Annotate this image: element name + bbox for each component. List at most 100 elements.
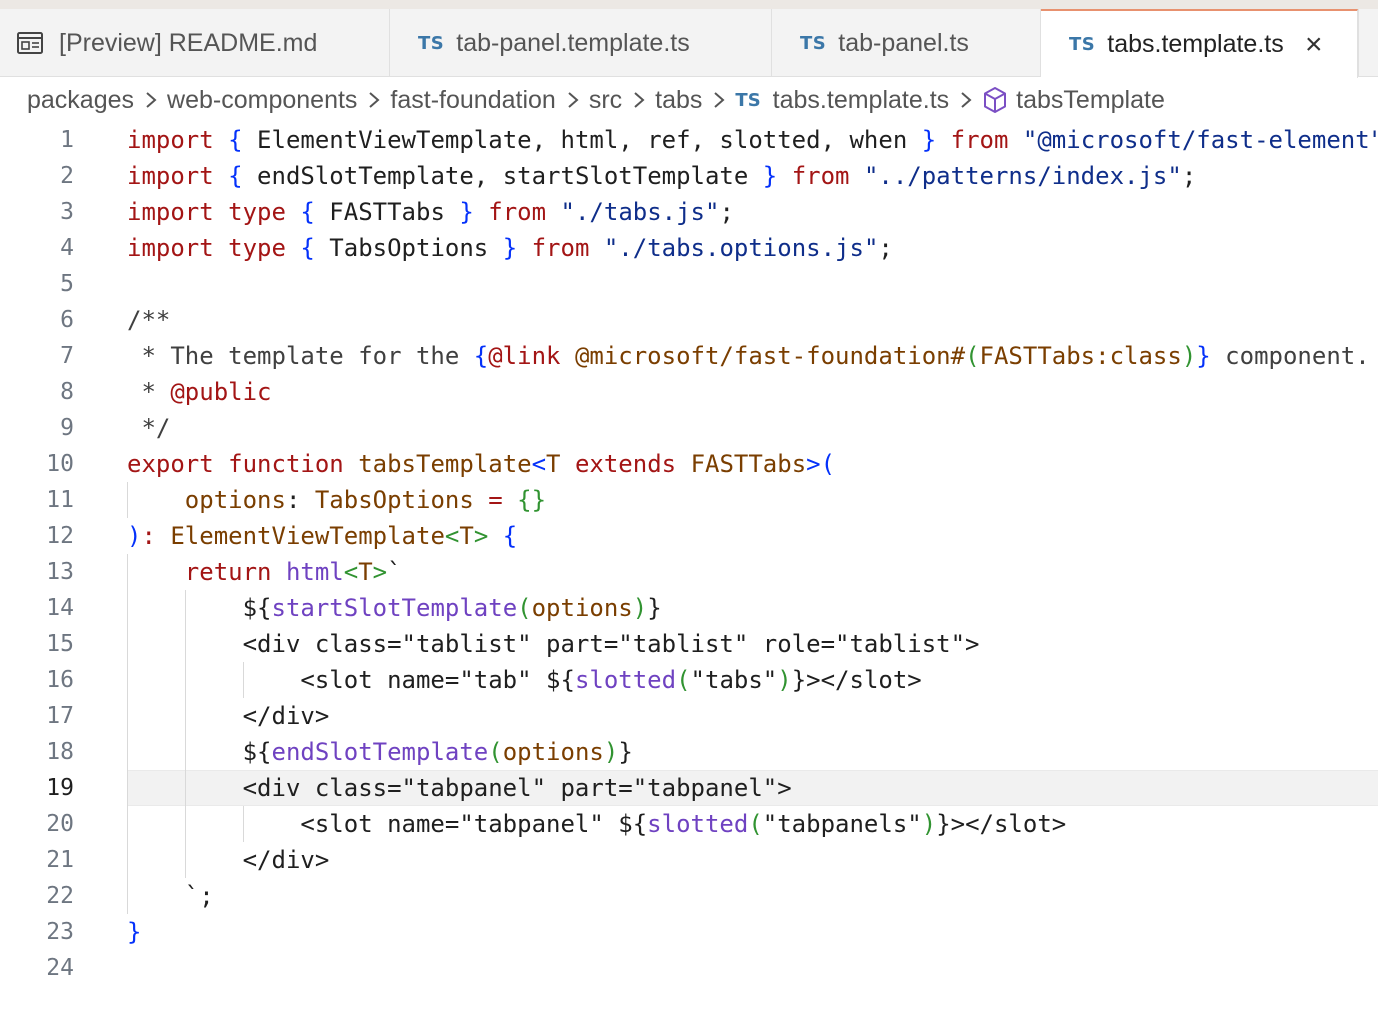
code-line[interactable]: 21 </div>	[0, 842, 1378, 878]
code-token: (	[676, 666, 691, 694]
breadcrumb-src[interactable]: src	[589, 86, 622, 115]
breadcrumb-packages[interactable]: packages	[27, 86, 134, 115]
code-token: }	[647, 594, 662, 622]
code-line[interactable]: 6 /**	[0, 302, 1378, 338]
close-icon[interactable]: ×	[1302, 29, 1326, 59]
code-token: "tabs"	[690, 666, 778, 694]
code-line[interactable]: 13 return html<T>`	[0, 554, 1378, 590]
code-editor[interactable]: 1 import { ElementViewTemplate, html, ref…	[0, 122, 1378, 1016]
tab-preview-readme[interactable]: [Preview] README.md	[0, 9, 390, 77]
line-number: 10	[46, 451, 74, 477]
code-token: (	[517, 594, 532, 622]
code-token: ${	[127, 738, 272, 766]
code-line[interactable]: 24	[0, 950, 1378, 986]
code-line[interactable]: 7 * The template for the {@link @microso…	[0, 338, 1378, 374]
code-token: >	[372, 558, 388, 586]
code-line[interactable]: 14 ${startSlotTemplate(options)}	[0, 590, 1378, 626]
code-line[interactable]: 3 import type { FASTTabs } from "./tabs.j…	[0, 194, 1378, 230]
code-token: * The template for the	[127, 342, 474, 370]
code-line[interactable]: 23}	[0, 914, 1378, 950]
code-token: "./tabs.js"	[560, 198, 720, 226]
tab-tab-panel-template[interactable]: TS tab-panel.template.ts	[390, 9, 772, 77]
line-code: <div class="tablist" part="tablist" role…	[127, 626, 980, 662]
line-number: 13	[46, 559, 74, 585]
code-token: :	[285, 486, 315, 514]
code-token: T	[358, 558, 373, 586]
line-code: import type { FASTTabs } from "./tabs.js…	[127, 194, 734, 230]
code-token: :	[141, 522, 156, 550]
code-line[interactable]: 15 <div class="tablist" part="tablist" r…	[0, 626, 1378, 662]
line-number: 17	[46, 703, 74, 729]
code-token: TabsOptions	[314, 486, 474, 514]
code-token: startSlotTemplate	[271, 594, 518, 622]
tab-label: tabs.template.ts	[1107, 30, 1284, 58]
code-line[interactable]: 17 </div>	[0, 698, 1378, 734]
code-token: {	[502, 522, 518, 550]
code-token: </div>	[127, 702, 330, 730]
breadcrumb-symbol[interactable]: tabsTemplate	[1016, 86, 1165, 115]
tab-tabs-template[interactable]: TS tabs.template.ts ×	[1041, 9, 1358, 78]
code-line[interactable]: 12): ElementViewTemplate<T> {	[0, 518, 1378, 554]
code-line[interactable]: 22 `;	[0, 878, 1378, 914]
code-token: FASTTabs:class	[979, 342, 1182, 370]
tab-label: [Preview] README.md	[59, 28, 318, 57]
line-code: </div>	[127, 842, 330, 878]
code-line[interactable]: 2 import { endSlotTemplate, startSlotTemp…	[0, 158, 1378, 194]
code-line[interactable]: 8 * @public	[0, 374, 1378, 410]
line-number: 8	[60, 379, 74, 405]
breadcrumb-file[interactable]: tabs.template.ts	[773, 86, 949, 115]
tab-tab-panel[interactable]: TS tab-panel.ts	[772, 9, 1041, 77]
breadcrumb: packages web-components fast-foundation …	[0, 78, 1378, 122]
code-token: extends	[574, 450, 677, 478]
code-token: function	[228, 450, 344, 478]
code-token: ${	[127, 594, 272, 622]
code-line[interactable]: 9 */	[0, 410, 1378, 446]
title-strip	[0, 0, 1378, 9]
code-line[interactable]: 11 options: TabsOptions = {}	[0, 482, 1378, 518]
code-token: (	[820, 450, 836, 478]
code-token: "tabpanels"	[762, 810, 922, 838]
code-line[interactable]: 5	[0, 266, 1378, 302]
code-token: @microsoft/fast-foundation#	[574, 342, 966, 370]
code-token: (	[965, 342, 980, 370]
typescript-icon: TS	[1069, 34, 1096, 55]
code-line[interactable]: 1 import { ElementViewTemplate, html, ref…	[0, 122, 1378, 158]
code-line[interactable]: 16 <slot name="tab" ${slotted("tabs")}><…	[0, 662, 1378, 698]
code-token: "@microsoft/fast-element"	[1022, 126, 1378, 154]
breadcrumb-web-components[interactable]: web-components	[167, 86, 357, 115]
line-number: 14	[46, 595, 74, 621]
breadcrumb-fast-foundation[interactable]: fast-foundation	[390, 86, 555, 115]
code-line[interactable]: 4 import type { TabsOptions } from "./tab…	[0, 230, 1378, 266]
code-line[interactable]: 19 <div class="tabpanel" part="tabpanel"…	[0, 770, 1378, 806]
line-number: 19	[46, 775, 74, 801]
chevron-right-icon	[146, 92, 157, 108]
code-token: from	[488, 198, 547, 226]
code-token: ElementViewTemplate	[170, 522, 445, 550]
code-line[interactable]: 20 <slot name="tabpanel" ${slotted("tabp…	[0, 806, 1378, 842]
line-code: export function tabsTemplate<T extends F…	[127, 446, 835, 482]
line-code: import { endSlotTemplate, startSlotTempl…	[127, 158, 1196, 194]
breadcrumb-tabs[interactable]: tabs	[655, 86, 702, 115]
code-token: }	[127, 918, 142, 946]
code-line[interactable]: 10 export function tabsTemplate<T extends…	[0, 446, 1378, 482]
line-number: 24	[46, 955, 74, 981]
tab-bar-edge	[1358, 9, 1359, 77]
code-token: }	[921, 126, 937, 154]
code-token: {}	[517, 486, 547, 514]
typescript-icon: TS	[735, 89, 761, 111]
code-line[interactable]: 18 ${endSlotTemplate(options)}	[0, 734, 1378, 770]
code-token: T	[546, 450, 561, 478]
code-token: "./tabs.options.js"	[603, 234, 879, 262]
code-token: "../patterns/index.js"	[863, 162, 1182, 190]
code-token: slotted	[647, 810, 749, 838]
code-token: {	[473, 342, 489, 370]
chevron-right-icon	[634, 92, 645, 108]
code-token: {	[300, 234, 315, 262]
